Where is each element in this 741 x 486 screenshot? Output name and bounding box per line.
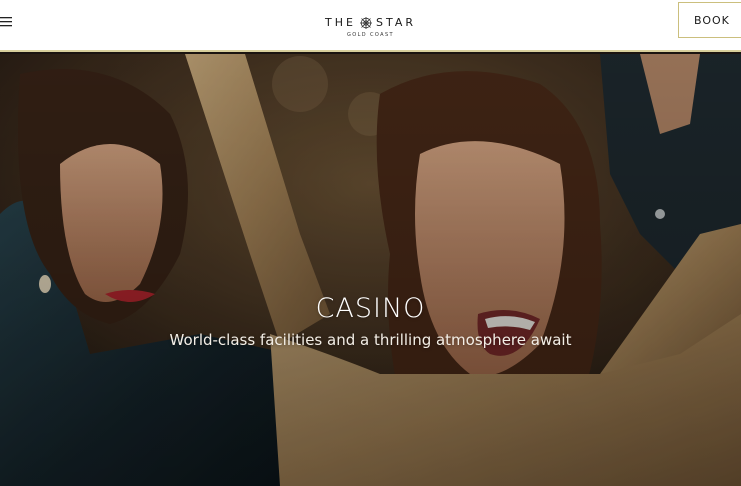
logo-subtitle: GOLD COAST xyxy=(346,32,395,38)
star-emblem-icon xyxy=(359,17,372,29)
hero-subtitle: World-class facilities and a thrilling a… xyxy=(169,331,572,349)
hero-text-block: CASINO World-class facilities and a thri… xyxy=(0,293,741,350)
book-button[interactable]: BOOK xyxy=(678,2,741,38)
logo-wordmark: THE STAR xyxy=(325,16,416,30)
hero-title: CASINO xyxy=(315,293,426,324)
logo-text-the: THE xyxy=(325,16,356,29)
hero-banner: CASINO World-class facilities and a thri… xyxy=(0,54,741,486)
hero-image xyxy=(0,54,741,486)
logo-text-star: STAR xyxy=(375,16,416,29)
site-header: THE STAR GOLD COAST BOOK xyxy=(0,0,741,52)
site-logo[interactable]: THE STAR GOLD COAST xyxy=(0,11,741,39)
